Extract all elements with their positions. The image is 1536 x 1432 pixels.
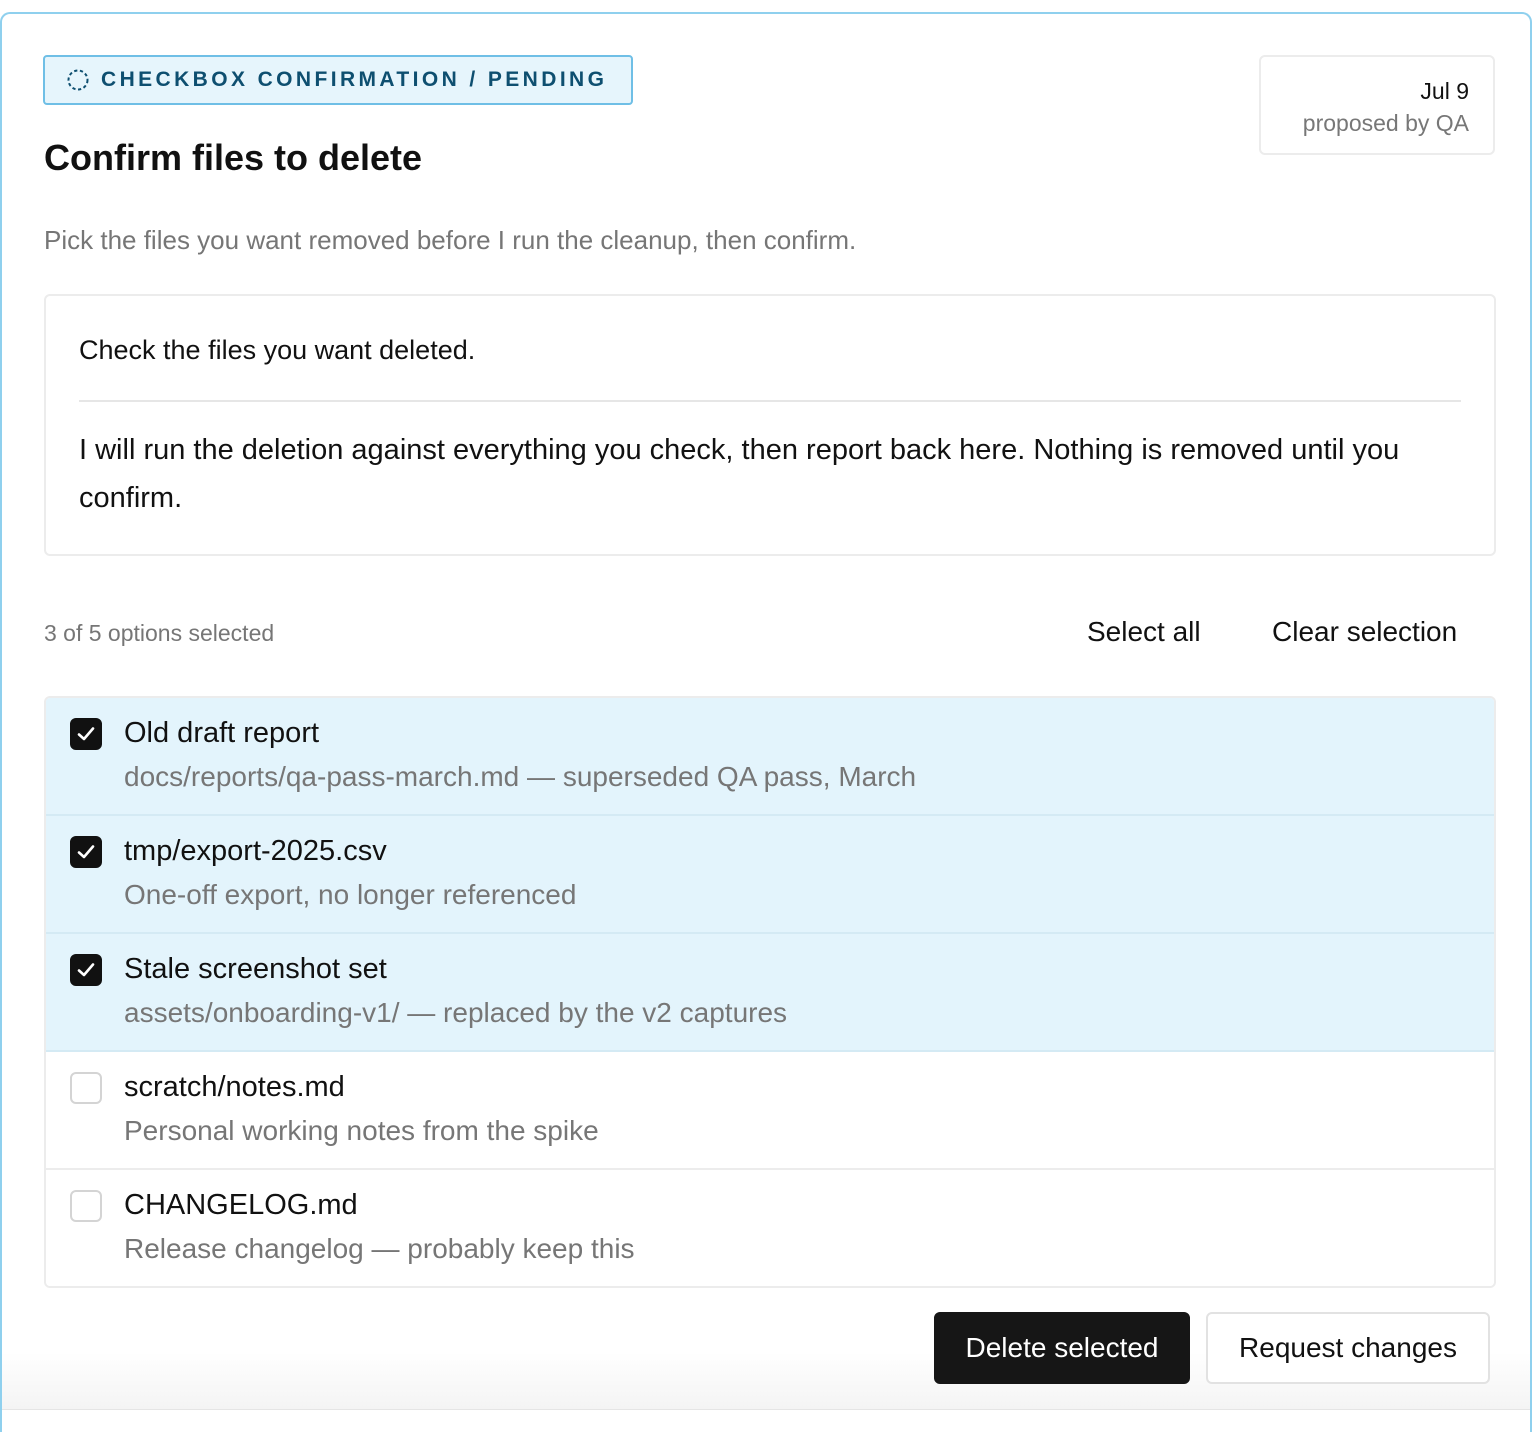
- message-box: Check the files you want deleted. I will…: [44, 294, 1496, 556]
- option-description: Release changelog — probably keep this: [124, 1233, 635, 1264]
- check-icon: [77, 963, 95, 977]
- option-item[interactable]: Old draft report docs/reports/qa-pass-ma…: [46, 698, 1494, 816]
- status-label: CHECKBOX CONFIRMATION / PENDING: [101, 68, 608, 91]
- checkbox[interactable]: [70, 1190, 102, 1222]
- checkbox[interactable]: [70, 954, 102, 986]
- checkbox[interactable]: [70, 836, 102, 868]
- action-bar: Delete selected Request changes: [934, 1312, 1490, 1384]
- check-icon: [77, 727, 95, 741]
- message-prompt: Check the files you want deleted.: [79, 335, 476, 365]
- option-description: Personal working notes from the spike: [124, 1115, 599, 1146]
- option-description: One-off export, no longer referenced: [124, 879, 577, 910]
- option-item[interactable]: CHANGELOG.md Release changelog — probabl…: [46, 1170, 1494, 1286]
- options-list: Old draft report docs/reports/qa-pass-ma…: [44, 696, 1496, 1288]
- option-description: assets/onboarding-v1/ — replaced by the …: [124, 997, 788, 1028]
- page-subtitle: Pick the files you want removed before I…: [44, 225, 857, 255]
- selection-bar: 3 of 5 options selected Select all Clear…: [44, 610, 1496, 662]
- proposal-date: Jul 9: [1420, 78, 1469, 104]
- option-title: CHANGELOG.md: [124, 1189, 358, 1221]
- option-description: docs/reports/qa-pass-march.md — supersed…: [124, 761, 917, 792]
- proposal-meta: Jul 9 proposed by QA: [1259, 55, 1495, 155]
- page-title: Confirm files to delete: [44, 137, 423, 178]
- selection-count: 3 of 5 options selected: [44, 620, 275, 646]
- option-title: scratch/notes.md: [124, 1071, 345, 1103]
- option-item[interactable]: tmp/export-2025.csv One-off export, no l…: [46, 816, 1494, 934]
- clear-selection-button[interactable]: Clear selection: [1272, 612, 1457, 652]
- option-title: Old draft report: [124, 717, 320, 749]
- pending-dashed-circle-icon: [67, 69, 89, 91]
- option-item[interactable]: Stale screenshot set assets/onboarding-v…: [46, 934, 1494, 1052]
- bottom-strip: [2, 1409, 1530, 1432]
- checkbox[interactable]: [70, 718, 102, 750]
- proposed-by: proposed by QA: [1302, 110, 1469, 136]
- message-divider: [79, 400, 1461, 402]
- option-item[interactable]: scratch/notes.md Personal working notes …: [46, 1052, 1494, 1170]
- option-title: Stale screenshot set: [124, 953, 387, 985]
- message-body: I will run the deletion against everythi…: [79, 434, 1400, 514]
- status-badge: CHECKBOX CONFIRMATION / PENDING: [43, 55, 633, 105]
- option-title: tmp/export-2025.csv: [124, 835, 387, 867]
- request-changes-button[interactable]: Request changes: [1206, 1312, 1490, 1384]
- checkbox[interactable]: [70, 1072, 102, 1104]
- check-icon: [77, 845, 95, 859]
- confirmation-card: CHECKBOX CONFIRMATION / PENDING Jul 9 pr…: [0, 12, 1532, 1432]
- delete-selected-button[interactable]: Delete selected: [934, 1312, 1190, 1384]
- select-all-button[interactable]: Select all: [1087, 612, 1201, 652]
